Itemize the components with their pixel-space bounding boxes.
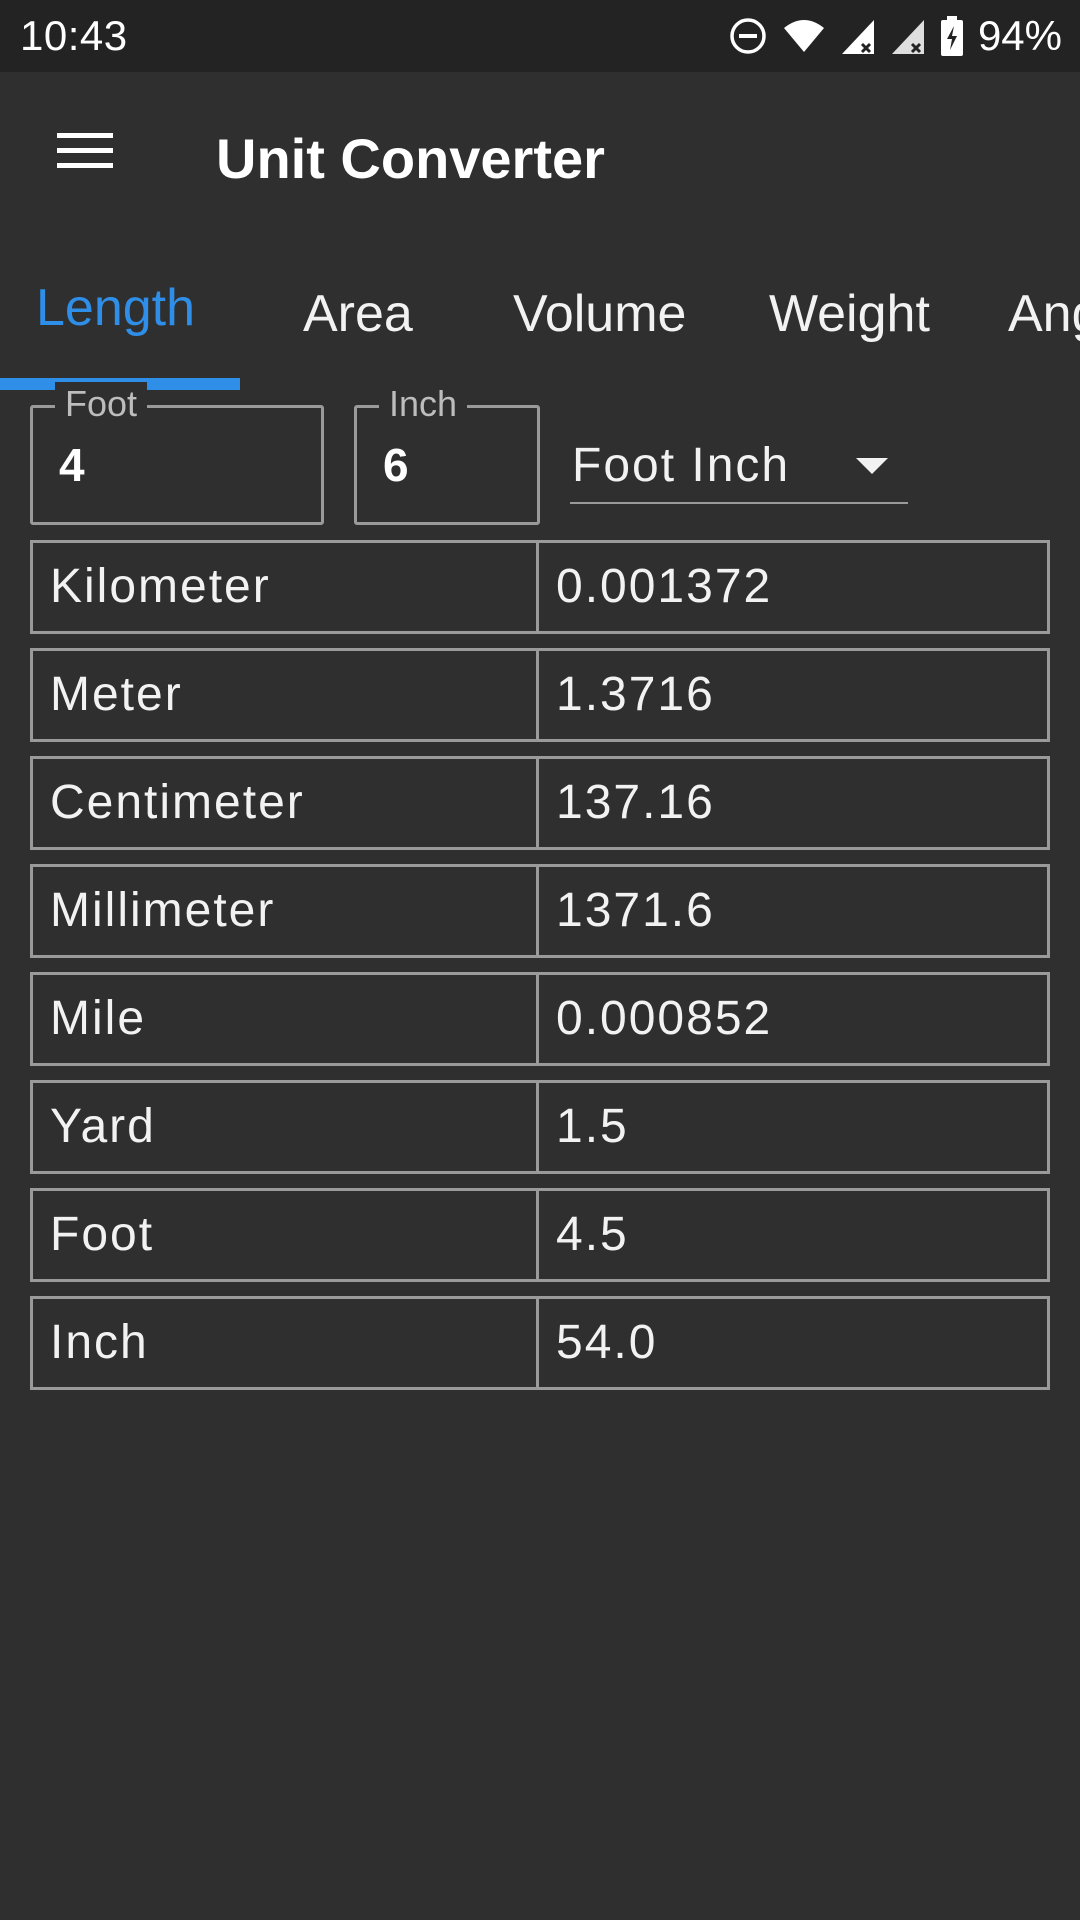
signal-icon: [840, 16, 876, 56]
dropdown-arrow-icon[interactable]: [856, 458, 888, 481]
tab-length[interactable]: Length: [36, 278, 195, 338]
inch-input-field[interactable]: Inch 6: [354, 382, 540, 525]
result-row: Meter 1.3716: [30, 648, 1050, 742]
tab-volume[interactable]: Volume: [513, 284, 686, 344]
result-value[interactable]: 1371.6: [539, 867, 1047, 955]
status-icons: 94%: [728, 12, 1062, 60]
tab-weight[interactable]: Weight: [769, 284, 930, 344]
result-unit-label: Meter: [33, 651, 539, 739]
result-row: Inch 54.0: [30, 1296, 1050, 1390]
result-value[interactable]: 0.001372: [539, 543, 1047, 631]
status-time: 10:43: [20, 12, 128, 59]
foot-input-label: Foot: [55, 382, 148, 426]
do-not-disturb-icon: [728, 16, 768, 56]
tab-area[interactable]: Area: [303, 284, 413, 344]
result-value[interactable]: 1.5: [539, 1083, 1047, 1171]
battery-percent: 94%: [977, 12, 1062, 59]
result-value[interactable]: 4.5: [539, 1191, 1047, 1279]
result-unit-label: Mile: [33, 975, 539, 1063]
menu-button[interactable]: [40, 118, 130, 188]
result-unit-label: Yard: [33, 1083, 539, 1171]
result-unit-label: Kilometer: [33, 543, 539, 631]
result-row: Mile 0.000852: [30, 972, 1050, 1066]
category-tabs: Length Area Volume Weight Ang: [0, 244, 1080, 392]
foot-input-field[interactable]: Foot 4: [30, 382, 324, 525]
battery-charging-icon: [940, 16, 964, 56]
result-row: Centimeter 137.16: [30, 756, 1050, 850]
signal-icon: [890, 16, 926, 56]
app-title: Unit Converter: [216, 127, 605, 190]
app-screen: 10:43 94% Unit Converter Length Area Vol…: [0, 0, 1080, 1920]
wifi-icon: [782, 16, 826, 56]
result-row: Millimeter 1371.6: [30, 864, 1050, 958]
hamburger-menu-icon[interactable]: [57, 131, 113, 176]
result-unit-label: Foot: [33, 1191, 539, 1279]
result-value[interactable]: 1.3716: [539, 651, 1047, 739]
result-row: Yard 1.5: [30, 1080, 1050, 1174]
app-bar: Unit Converter: [0, 72, 1080, 244]
result-row: Kilometer 0.001372: [30, 540, 1050, 634]
foot-input-value[interactable]: 4: [59, 438, 85, 492]
input-unit-dropdown[interactable]: Foot Inch: [570, 436, 908, 504]
input-unit-selected: Foot Inch: [572, 439, 791, 492]
tab-angle[interactable]: Ang: [1008, 284, 1080, 344]
status-bar: 10:43 94%: [0, 0, 1080, 72]
result-value[interactable]: 137.16: [539, 759, 1047, 847]
result-unit-label: Millimeter: [33, 867, 539, 955]
result-unit-label: Inch: [33, 1299, 539, 1387]
result-unit-label: Centimeter: [33, 759, 539, 847]
inch-input-value[interactable]: 6: [383, 438, 409, 492]
inch-input-label: Inch: [379, 382, 468, 426]
result-row: Foot 4.5: [30, 1188, 1050, 1282]
results-table: Kilometer 0.001372 Meter 1.3716 Centimeter 13…: [30, 540, 1050, 1404]
result-value[interactable]: 54.0: [539, 1299, 1047, 1387]
result-value[interactable]: 0.000852: [539, 975, 1047, 1063]
